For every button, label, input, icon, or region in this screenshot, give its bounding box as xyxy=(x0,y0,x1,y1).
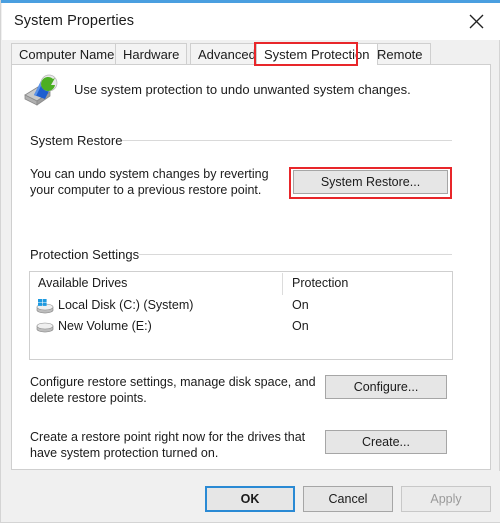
close-icon xyxy=(469,14,484,29)
ok-button[interactable]: OK xyxy=(205,486,295,512)
create-button[interactable]: Create... xyxy=(325,430,447,454)
drive-name: New Volume (E:) xyxy=(58,319,152,333)
system-restore-description-line2: your computer to a previous restore poin… xyxy=(30,183,262,197)
protection-settings-group-rule xyxy=(139,254,452,255)
cancel-button[interactable]: Cancel xyxy=(303,486,393,512)
create-description-line1: Create a restore point right now for the… xyxy=(30,430,306,444)
system-protection-panel: Use system protection to undo unwanted s… xyxy=(11,64,491,470)
table-row[interactable]: New Volume (E:) On xyxy=(30,317,452,338)
drive-name: Local Disk (C:) (System) xyxy=(58,298,194,312)
column-available-drives: Available Drives xyxy=(38,276,128,290)
tab-advanced[interactable]: Advanced xyxy=(190,43,264,65)
system-protection-icon xyxy=(24,74,58,106)
tab-strip: Computer Name Hardware Advanced System P… xyxy=(11,43,491,65)
dialog-footer: OK Cancel Apply xyxy=(2,471,500,522)
window-title: System Properties xyxy=(14,13,135,29)
table-row[interactable]: Local Disk (C:) (System) On xyxy=(30,296,452,317)
protection-settings-group-label: Protection Settings xyxy=(30,247,148,262)
drive-protection-status: On xyxy=(292,319,309,333)
system-restore-group-rule xyxy=(122,140,452,141)
configure-description-line1: Configure restore settings, manage disk … xyxy=(30,375,316,389)
close-button[interactable] xyxy=(455,3,500,40)
available-drives-list[interactable]: Available Drives Protection Local Disk (… xyxy=(29,271,453,360)
system-restore-button[interactable]: System Restore... xyxy=(293,170,448,194)
system-drive-icon xyxy=(36,299,54,314)
column-divider xyxy=(282,273,283,295)
drive-protection-status: On xyxy=(292,298,309,312)
tab-system-protection[interactable]: System Protection xyxy=(256,43,378,65)
configure-description-line2: delete restore points. xyxy=(30,391,147,405)
tab-remote[interactable]: Remote xyxy=(369,43,431,65)
system-restore-description-line1: You can undo system changes by reverting xyxy=(30,167,269,181)
drive-icon xyxy=(36,322,54,333)
title-bar: System Properties xyxy=(2,3,500,40)
system-properties-window: System Properties Computer Name Hardware… xyxy=(0,0,500,523)
tab-computer-name[interactable]: Computer Name xyxy=(11,43,123,65)
create-description-line2: have system protection turned on. xyxy=(30,446,219,460)
tab-hardware[interactable]: Hardware xyxy=(115,43,188,65)
configure-button[interactable]: Configure... xyxy=(325,375,447,399)
panel-headline: Use system protection to undo unwanted s… xyxy=(74,82,411,97)
column-protection: Protection xyxy=(292,276,349,290)
drives-header-row: Available Drives Protection xyxy=(30,272,452,295)
system-restore-group-label: System Restore xyxy=(30,133,131,148)
apply-button: Apply xyxy=(401,486,491,512)
